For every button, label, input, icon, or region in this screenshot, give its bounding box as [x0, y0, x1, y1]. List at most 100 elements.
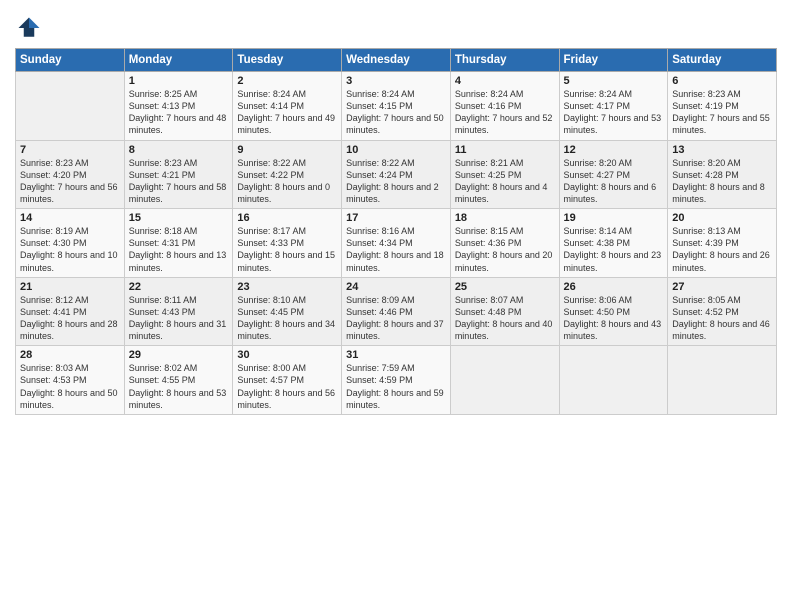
calendar-cell [16, 72, 125, 141]
day-info: Sunrise: 8:23 AMSunset: 4:19 PMDaylight:… [672, 88, 772, 137]
day-number: 17 [346, 212, 446, 224]
day-number: 8 [129, 144, 229, 156]
calendar-cell: 1Sunrise: 8:25 AMSunset: 4:13 PMDaylight… [124, 72, 233, 141]
day-info: Sunrise: 8:24 AMSunset: 4:14 PMDaylight:… [237, 88, 337, 137]
calendar-cell: 21Sunrise: 8:12 AMSunset: 4:41 PMDayligh… [16, 277, 125, 346]
day-info: Sunrise: 8:22 AMSunset: 4:22 PMDaylight:… [237, 157, 337, 206]
day-number: 26 [564, 281, 664, 293]
calendar-cell [450, 346, 559, 415]
day-info: Sunrise: 8:20 AMSunset: 4:28 PMDaylight:… [672, 157, 772, 206]
day-info: Sunrise: 8:10 AMSunset: 4:45 PMDaylight:… [237, 294, 337, 343]
calendar-week-1: 7Sunrise: 8:23 AMSunset: 4:20 PMDaylight… [16, 140, 777, 209]
weekday-header-row: SundayMondayTuesdayWednesdayThursdayFrid… [16, 49, 777, 72]
day-number: 28 [20, 349, 120, 361]
day-number: 31 [346, 349, 446, 361]
day-info: Sunrise: 8:25 AMSunset: 4:13 PMDaylight:… [129, 88, 229, 137]
day-info: Sunrise: 8:24 AMSunset: 4:15 PMDaylight:… [346, 88, 446, 137]
calendar-cell: 13Sunrise: 8:20 AMSunset: 4:28 PMDayligh… [668, 140, 777, 209]
calendar-cell: 28Sunrise: 8:03 AMSunset: 4:53 PMDayligh… [16, 346, 125, 415]
calendar-cell: 5Sunrise: 8:24 AMSunset: 4:17 PMDaylight… [559, 72, 668, 141]
calendar-cell: 24Sunrise: 8:09 AMSunset: 4:46 PMDayligh… [342, 277, 451, 346]
calendar-week-0: 1Sunrise: 8:25 AMSunset: 4:13 PMDaylight… [16, 72, 777, 141]
day-number: 23 [237, 281, 337, 293]
day-info: Sunrise: 7:59 AMSunset: 4:59 PMDaylight:… [346, 362, 446, 411]
day-info: Sunrise: 8:23 AMSunset: 4:20 PMDaylight:… [20, 157, 120, 206]
day-number: 22 [129, 281, 229, 293]
calendar-cell: 29Sunrise: 8:02 AMSunset: 4:55 PMDayligh… [124, 346, 233, 415]
day-number: 6 [672, 75, 772, 87]
calendar-cell: 18Sunrise: 8:15 AMSunset: 4:36 PMDayligh… [450, 209, 559, 278]
day-number: 29 [129, 349, 229, 361]
calendar-cell: 31Sunrise: 7:59 AMSunset: 4:59 PMDayligh… [342, 346, 451, 415]
weekday-header-thursday: Thursday [450, 49, 559, 72]
calendar-cell: 15Sunrise: 8:18 AMSunset: 4:31 PMDayligh… [124, 209, 233, 278]
calendar-cell: 14Sunrise: 8:19 AMSunset: 4:30 PMDayligh… [16, 209, 125, 278]
calendar-cell: 4Sunrise: 8:24 AMSunset: 4:16 PMDaylight… [450, 72, 559, 141]
day-info: Sunrise: 8:00 AMSunset: 4:57 PMDaylight:… [237, 362, 337, 411]
calendar-cell: 19Sunrise: 8:14 AMSunset: 4:38 PMDayligh… [559, 209, 668, 278]
day-info: Sunrise: 8:23 AMSunset: 4:21 PMDaylight:… [129, 157, 229, 206]
day-info: Sunrise: 8:22 AMSunset: 4:24 PMDaylight:… [346, 157, 446, 206]
calendar-cell: 26Sunrise: 8:06 AMSunset: 4:50 PMDayligh… [559, 277, 668, 346]
day-number: 18 [455, 212, 555, 224]
day-number: 5 [564, 75, 664, 87]
day-number: 13 [672, 144, 772, 156]
day-info: Sunrise: 8:24 AMSunset: 4:16 PMDaylight:… [455, 88, 555, 137]
day-info: Sunrise: 8:17 AMSunset: 4:33 PMDaylight:… [237, 225, 337, 274]
day-number: 2 [237, 75, 337, 87]
day-number: 30 [237, 349, 337, 361]
calendar-cell: 7Sunrise: 8:23 AMSunset: 4:20 PMDaylight… [16, 140, 125, 209]
day-number: 10 [346, 144, 446, 156]
day-info: Sunrise: 8:07 AMSunset: 4:48 PMDaylight:… [455, 294, 555, 343]
calendar-cell: 9Sunrise: 8:22 AMSunset: 4:22 PMDaylight… [233, 140, 342, 209]
calendar-cell [559, 346, 668, 415]
day-number: 19 [564, 212, 664, 224]
day-info: Sunrise: 8:12 AMSunset: 4:41 PMDaylight:… [20, 294, 120, 343]
day-info: Sunrise: 8:05 AMSunset: 4:52 PMDaylight:… [672, 294, 772, 343]
day-number: 16 [237, 212, 337, 224]
day-number: 25 [455, 281, 555, 293]
day-info: Sunrise: 8:20 AMSunset: 4:27 PMDaylight:… [564, 157, 664, 206]
logo-icon [15, 14, 43, 42]
weekday-header-monday: Monday [124, 49, 233, 72]
calendar-cell: 3Sunrise: 8:24 AMSunset: 4:15 PMDaylight… [342, 72, 451, 141]
day-info: Sunrise: 8:24 AMSunset: 4:17 PMDaylight:… [564, 88, 664, 137]
day-info: Sunrise: 8:09 AMSunset: 4:46 PMDaylight:… [346, 294, 446, 343]
day-info: Sunrise: 8:16 AMSunset: 4:34 PMDaylight:… [346, 225, 446, 274]
day-info: Sunrise: 8:21 AMSunset: 4:25 PMDaylight:… [455, 157, 555, 206]
day-number: 21 [20, 281, 120, 293]
weekday-header-saturday: Saturday [668, 49, 777, 72]
day-number: 7 [20, 144, 120, 156]
calendar-cell: 30Sunrise: 8:00 AMSunset: 4:57 PMDayligh… [233, 346, 342, 415]
weekday-header-wednesday: Wednesday [342, 49, 451, 72]
calendar-cell: 2Sunrise: 8:24 AMSunset: 4:14 PMDaylight… [233, 72, 342, 141]
day-info: Sunrise: 8:06 AMSunset: 4:50 PMDaylight:… [564, 294, 664, 343]
day-number: 11 [455, 144, 555, 156]
day-number: 4 [455, 75, 555, 87]
calendar-week-4: 28Sunrise: 8:03 AMSunset: 4:53 PMDayligh… [16, 346, 777, 415]
weekday-header-friday: Friday [559, 49, 668, 72]
calendar-cell: 10Sunrise: 8:22 AMSunset: 4:24 PMDayligh… [342, 140, 451, 209]
day-number: 12 [564, 144, 664, 156]
calendar-week-2: 14Sunrise: 8:19 AMSunset: 4:30 PMDayligh… [16, 209, 777, 278]
calendar-cell: 11Sunrise: 8:21 AMSunset: 4:25 PMDayligh… [450, 140, 559, 209]
calendar-cell: 22Sunrise: 8:11 AMSunset: 4:43 PMDayligh… [124, 277, 233, 346]
calendar-cell: 8Sunrise: 8:23 AMSunset: 4:21 PMDaylight… [124, 140, 233, 209]
header [15, 10, 777, 42]
day-info: Sunrise: 8:13 AMSunset: 4:39 PMDaylight:… [672, 225, 772, 274]
weekday-header-sunday: Sunday [16, 49, 125, 72]
calendar-cell: 25Sunrise: 8:07 AMSunset: 4:48 PMDayligh… [450, 277, 559, 346]
calendar-table: SundayMondayTuesdayWednesdayThursdayFrid… [15, 48, 777, 415]
calendar-week-3: 21Sunrise: 8:12 AMSunset: 4:41 PMDayligh… [16, 277, 777, 346]
calendar-cell: 20Sunrise: 8:13 AMSunset: 4:39 PMDayligh… [668, 209, 777, 278]
day-info: Sunrise: 8:15 AMSunset: 4:36 PMDaylight:… [455, 225, 555, 274]
calendar-cell: 16Sunrise: 8:17 AMSunset: 4:33 PMDayligh… [233, 209, 342, 278]
calendar-cell: 17Sunrise: 8:16 AMSunset: 4:34 PMDayligh… [342, 209, 451, 278]
day-number: 24 [346, 281, 446, 293]
day-number: 1 [129, 75, 229, 87]
day-info: Sunrise: 8:19 AMSunset: 4:30 PMDaylight:… [20, 225, 120, 274]
day-info: Sunrise: 8:03 AMSunset: 4:53 PMDaylight:… [20, 362, 120, 411]
calendar-cell [668, 346, 777, 415]
logo [15, 14, 47, 42]
day-number: 27 [672, 281, 772, 293]
